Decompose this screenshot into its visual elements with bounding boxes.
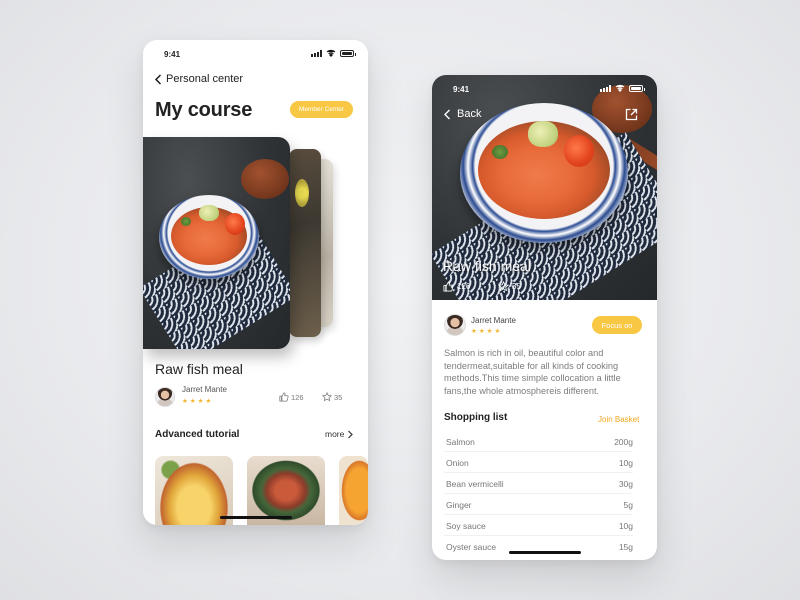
focus-on-button[interactable]: Focus on: [592, 316, 642, 334]
author-avatar[interactable]: [444, 314, 466, 336]
share-icon[interactable]: [625, 108, 638, 121]
list-item: Salmon 200g: [444, 431, 633, 452]
join-basket-link[interactable]: Join Basket: [598, 415, 639, 424]
author-name[interactable]: Jarret Mante: [471, 316, 516, 325]
author-name[interactable]: Jarret Mante: [182, 385, 227, 394]
favorite-button[interactable]: 35: [498, 281, 521, 292]
favorite-count: 35: [512, 282, 521, 291]
ingredient-qty: 15g: [618, 542, 633, 552]
like-count: 126: [291, 392, 304, 402]
recipe-detail-screen: 9:41 Back Raw fish meal 126 35 Jarret Ma…: [432, 75, 657, 560]
course-card-raw-fish[interactable]: [143, 137, 290, 349]
list-item: Bean vermicelli 30g: [444, 473, 633, 494]
chevron-left-icon: [155, 74, 161, 84]
list-item: Ginger 5g: [444, 494, 633, 515]
shopping-list: Salmon 200g Onion 10g Bean vermicelli 30g G…: [444, 431, 633, 557]
tutorial-thumbnail-2[interactable]: [247, 456, 325, 525]
list-item: Onion 10g: [444, 452, 633, 473]
ingredient-name: Onion: [446, 458, 469, 468]
like-count: 126: [457, 282, 471, 291]
status-time: 9:41: [164, 50, 181, 59]
raw-fish-meal-image: [143, 137, 290, 349]
signal-icon: [311, 49, 322, 57]
star-outline-icon: [322, 392, 332, 402]
ingredient-name: Oyster sauce: [446, 542, 497, 552]
my-course-screen: 9:41 Personal center My course Member Ce…: [143, 40, 368, 525]
course-carousel[interactable]: [143, 137, 368, 352]
battery-icon: [629, 84, 645, 92]
favorite-count: 35: [334, 392, 343, 402]
ingredient-qty: 10g: [618, 458, 633, 468]
back-button[interactable]: Back: [443, 108, 481, 120]
thumbs-up-icon: [279, 392, 289, 402]
ingredient-qty: 200g: [614, 437, 633, 447]
signal-icon: [600, 84, 611, 92]
chevron-right-icon: [348, 430, 354, 438]
favorite-button[interactable]: 35: [322, 392, 342, 402]
back-to-personal-center[interactable]: Personal center: [154, 73, 243, 85]
ingredient-qty: 5g: [623, 500, 633, 510]
home-indicator[interactable]: [508, 551, 581, 554]
ingredient-name: Ginger: [446, 500, 472, 510]
hero-image: 9:41 Back Raw fish meal 126 35: [432, 75, 657, 300]
ingredient-name: Bean vermicelli: [446, 479, 504, 489]
ingredient-name: Soy sauce: [446, 521, 486, 531]
status-bar: 9:41: [143, 40, 368, 66]
status-time: 9:41: [453, 85, 470, 94]
member-center-button[interactable]: Member Center: [290, 101, 353, 118]
section-title: Advanced tutorial: [155, 429, 240, 440]
personal-center-label: Personal center: [166, 73, 244, 85]
ingredient-qty: 10g: [618, 521, 633, 531]
wifi-icon: [326, 49, 336, 57]
ingredient-name: Salmon: [446, 437, 475, 447]
author-avatar[interactable]: [155, 387, 175, 407]
star-outline-icon: [498, 281, 509, 292]
battery-icon: [340, 49, 356, 57]
course-title[interactable]: Raw fish meal: [155, 361, 243, 377]
recipe-description: Salmon is rich in oil, beautiful color a…: [444, 348, 621, 396]
more-label: more: [325, 429, 345, 439]
wifi-icon: [615, 84, 625, 92]
like-button[interactable]: 126: [279, 392, 304, 402]
rating-stars: ★★★★: [471, 328, 503, 335]
recipe-title: Raw fish meal: [443, 258, 531, 274]
tutorial-thumbnail-3[interactable]: [339, 456, 368, 525]
like-button[interactable]: 126: [443, 281, 470, 292]
page-title: My course: [155, 99, 253, 121]
chevron-left-icon: [444, 109, 450, 119]
list-item: Soy sauce 10g: [444, 515, 633, 536]
rating-stars: ★★★★: [182, 398, 214, 405]
thumbs-up-icon: [443, 281, 454, 292]
more-link[interactable]: more: [325, 429, 354, 439]
shopping-list-title: Shopping list: [444, 412, 508, 423]
status-bar: 9:41: [432, 75, 657, 101]
back-label: Back: [457, 108, 482, 120]
home-indicator[interactable]: [219, 516, 292, 519]
author-row: Jarret Mante ★★★★ 126 35: [155, 385, 355, 409]
ingredient-qty: 30g: [618, 479, 633, 489]
course-card-next-1[interactable]: [289, 149, 321, 337]
tutorial-thumbnail-1[interactable]: [155, 456, 233, 525]
